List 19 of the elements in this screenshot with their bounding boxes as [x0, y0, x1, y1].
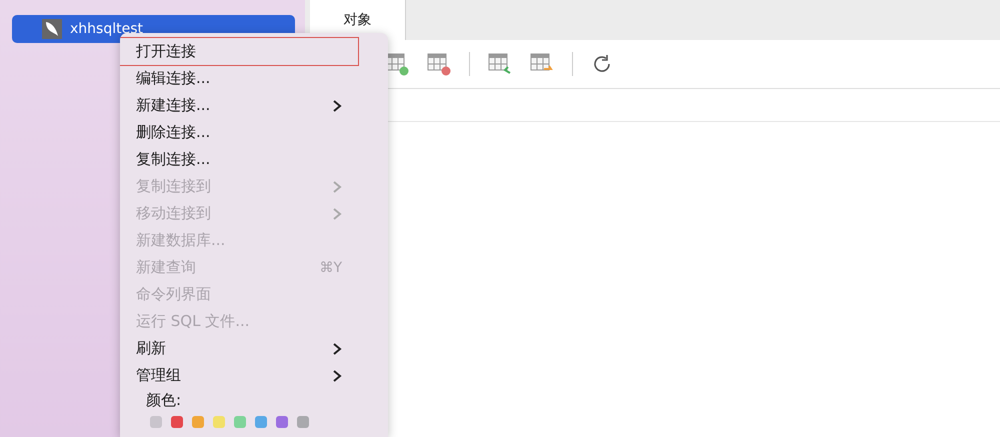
color-label: 颜色:	[145, 390, 182, 411]
menu-item[interactable]: 删除连接...	[120, 119, 358, 146]
color-swatch[interactable]	[297, 416, 309, 428]
menu-item[interactable]: 管理组	[120, 362, 358, 389]
menu-item[interactable]: 刷新	[120, 335, 358, 362]
menu-item[interactable]: 复制连接...	[120, 146, 358, 173]
color-swatch[interactable]	[150, 416, 162, 428]
color-swatch[interactable]	[192, 416, 204, 428]
dolphin-icon	[42, 19, 62, 39]
color-swatch[interactable]	[276, 416, 288, 428]
import-table-icon[interactable]	[488, 52, 512, 76]
menu-item[interactable]: 新建连接...	[120, 92, 358, 119]
menu-item[interactable]: 编辑连接...	[120, 65, 358, 92]
color-swatch[interactable]	[171, 416, 183, 428]
color-swatch[interactable]	[213, 416, 225, 428]
color-swatch[interactable]	[255, 416, 267, 428]
color-swatch[interactable]	[234, 416, 246, 428]
refresh-icon[interactable]	[591, 53, 613, 75]
delete-table-icon[interactable]	[427, 52, 451, 76]
